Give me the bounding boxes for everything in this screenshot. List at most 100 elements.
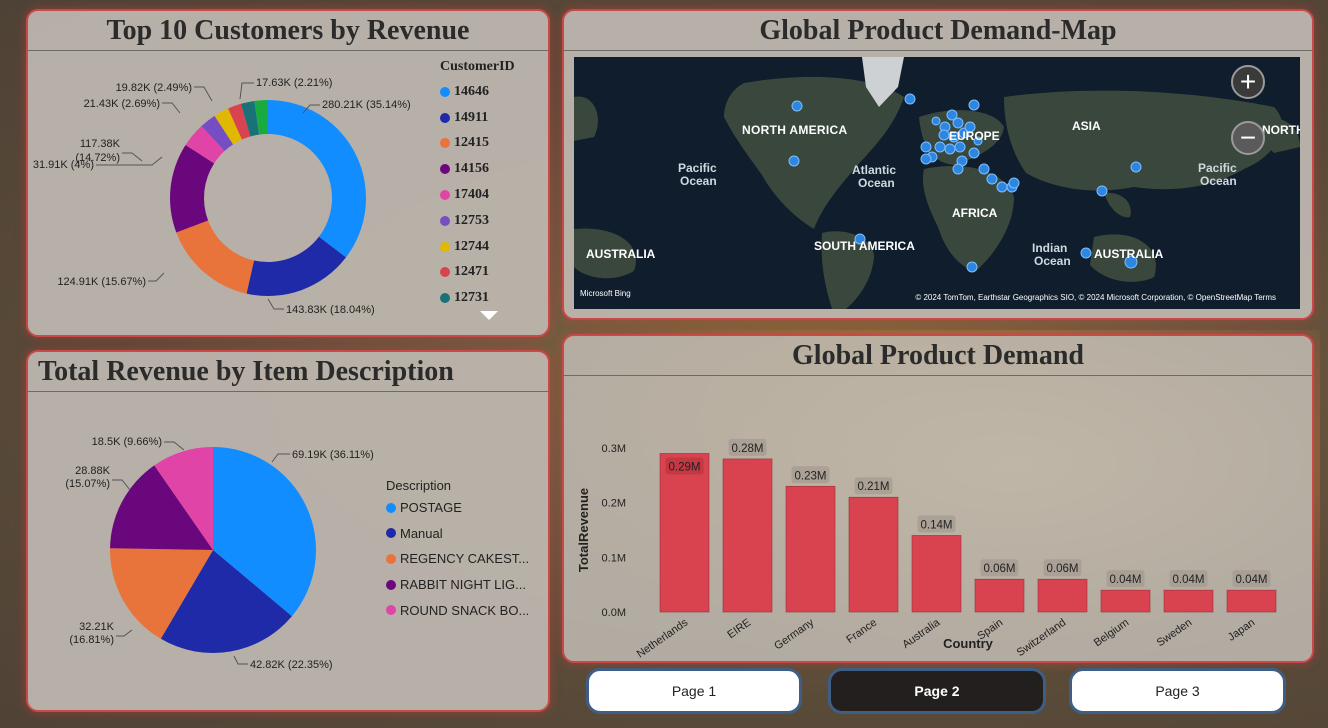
legend-label: ROUND SNACK BO... [400,602,530,618]
zoom-in-button[interactable]: + [1231,65,1265,99]
y-tick-label: 0.1M [602,552,626,564]
item-revenue-panel: Total Revenue by Item Description 69.19K… [26,350,550,712]
item-legend-item[interactable]: POSTAGE [386,495,529,521]
customer-legend-item[interactable]: 12753 [440,208,515,234]
legend-label: REGENCY CAKEST... [400,551,530,567]
bar-sweden[interactable] [1163,589,1214,613]
map-label: Ocean [858,176,895,190]
x-tick-label: Australia [900,616,943,651]
page1-button[interactable]: Page 1 [586,668,802,714]
map-label: SOUTH AMERICA [814,239,915,253]
customer-legend-item[interactable]: 14911 [440,105,515,131]
bar-australia[interactable] [911,535,962,613]
legend-dot-icon [386,553,396,564]
demand-panel: Global Product Demand 0.0M 0.1M 0.2M 0.3M To… [562,334,1314,663]
x-tick-label: Belgium [1092,617,1131,650]
legend-label: 17404 [454,187,489,203]
legend-label: 14156 [454,161,489,177]
map-attribution[interactable]: © 2024 TomTom, Earthstar Geographics SIO… [915,293,1276,302]
legend-dot-icon [440,267,450,278]
map-label: EUROPE [949,129,1000,143]
map-label: AUSTRALIA [586,247,656,261]
bar-france[interactable] [848,496,899,613]
top-customers-title: Top 10 Customers by Revenue [28,11,548,51]
page3-button[interactable]: Page 3 [1069,668,1286,714]
world-map[interactable]: NORTH AMERICA EUROPE ASIA NORTH Pacific … [574,57,1300,309]
map-label: ASIA [1072,119,1101,133]
data-label: 0.04M [1173,574,1205,586]
data-label: 0.29M [669,461,701,473]
top-customers-donut-chart[interactable]: 31.91K (4%) 21.43K (2.69%) 19.82K (2.49%… [28,53,438,333]
item-revenue-title: Total Revenue by Item Description [28,352,548,392]
map-label: NORTH [1262,123,1300,137]
map-panel: Global Product Demand-Map NORTH AMERICA … [562,9,1314,320]
bar-switzerland[interactable] [1037,578,1088,613]
bar-eire[interactable] [722,458,773,613]
item-legend-item[interactable]: ROUND SNACK BO... [386,597,529,623]
legend-dot-icon [440,190,450,201]
data-label: 0.06M [1047,563,1079,575]
item-legend-item[interactable]: Manual [386,521,529,547]
customer-legend-item[interactable]: 17404 [440,182,515,208]
label-12471: 17.63K (2.21%) [256,77,332,89]
map-label: Indian [1032,241,1068,255]
y-axis-label: TotalRevenue [576,488,591,572]
customer-legend-item[interactable]: 14646 [440,79,515,105]
demand-bar-chart[interactable]: 0.0M0.1M0.2M0.3MTotalRevenueCountry0.29M… [564,376,1312,658]
map-label: Ocean [680,174,717,188]
legend-dot-icon [440,241,450,252]
bar-belgium[interactable] [1100,589,1151,613]
zoom-out-button[interactable]: − [1231,121,1265,155]
data-label: 0.23M [795,470,827,482]
item-legend-item[interactable]: RABBIT NIGHT LIG... [386,572,529,598]
bar-germany[interactable] [785,485,836,613]
customer-legend-item[interactable]: 12731 [440,285,515,311]
map-label: Atlantic [852,163,897,177]
bar-netherlands[interactable] [659,453,710,613]
x-tick-label: Germany [772,616,816,652]
legend-scroll-down-icon[interactable] [480,311,498,320]
legend-dot-icon [386,528,396,539]
legend-label: Manual [400,525,443,541]
data-label: 0.14M [921,519,953,531]
customer-legend-item[interactable]: 12471 [440,260,515,286]
item-legend-item[interactable]: REGENCY CAKEST... [386,546,529,572]
customer-legend-title: CustomerID [440,59,515,74]
map-label: Ocean [1200,174,1237,188]
leader-line [148,272,165,282]
map-label: NORTH AMERICA [742,123,848,137]
label-postage: 69.19K (36.11%) [292,449,374,461]
bar-japan[interactable] [1226,589,1277,613]
item-legend: Description POSTAGE Manual REGENCY CAKEST.… [386,478,529,623]
top-customers-panel: Top 10 Customers by Revenue 31.91K (4%) … [26,9,550,337]
leader-line [164,441,185,451]
legend-dot-icon [440,138,450,149]
customer-slice-14646[interactable] [268,100,366,258]
label-14156-value: 117.38K [80,138,121,150]
legend-label: 12471 [454,264,489,280]
label-rabbit-value: 28.88K [75,465,111,477]
customer-legend-item[interactable]: 12744 [440,234,515,260]
demand-title: Global Product Demand [564,336,1312,376]
x-tick-label: France [844,617,879,646]
bar-spain[interactable] [974,578,1025,613]
label-12415: 124.91K (15.67%) [57,276,146,288]
customer-slice-12415[interactable] [176,220,254,294]
customer-legend-item[interactable]: 12415 [440,131,515,157]
data-label: 0.04M [1236,574,1268,586]
x-tick-label: EIRE [725,617,753,642]
label-round-snack: 18.5K (9.66%) [92,436,162,448]
legend-label: 12744 [454,238,489,254]
label-12753: 21.43K (2.69%) [84,98,160,110]
legend-label: POSTAGE [400,500,462,516]
legend-dot-icon [440,86,450,97]
data-label: 0.28M [732,443,764,455]
label-manual: 42.82K (22.35%) [250,659,333,671]
leader-line [116,629,133,637]
label-12744: 19.82K (2.49%) [116,82,192,94]
item-revenue-pie-chart[interactable]: 69.19K (36.11%) 42.82K (22.35%) 32.21K (… [28,394,388,704]
legend-dot-icon [440,215,450,226]
customer-legend-item[interactable]: 14156 [440,156,515,182]
page2-button[interactable]: Page 2 [828,668,1046,714]
y-tick-label: 0.3M [602,443,626,455]
